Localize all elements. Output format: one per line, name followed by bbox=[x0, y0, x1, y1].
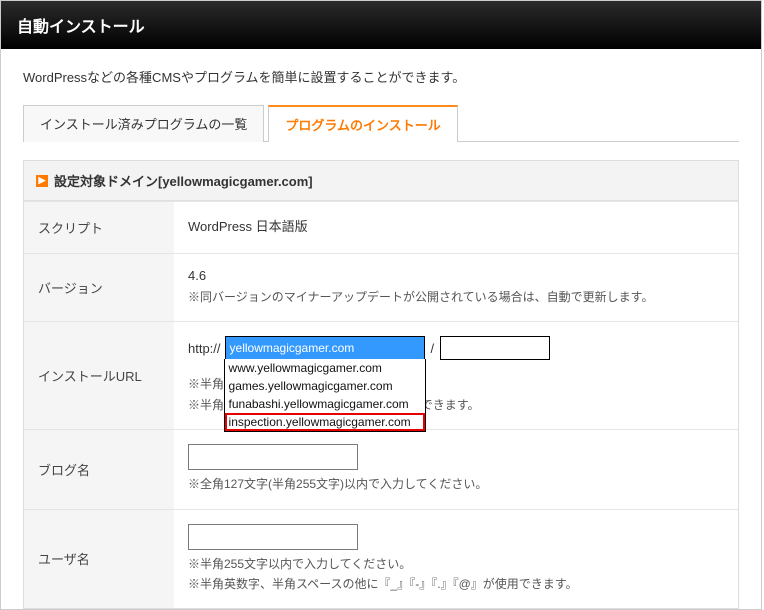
tab-install-program-label: プログラムのインストール bbox=[285, 118, 440, 133]
install-path-input[interactable] bbox=[440, 336, 550, 360]
domain-option[interactable]: www.yellowmagicgamer.com bbox=[225, 359, 425, 377]
domain-dropdown: www.yellowmagicgamer.com games.yellowmag… bbox=[224, 359, 426, 432]
panel-heading: ▶ 設定対象ドメイン[yellowmagicgamer.com] bbox=[24, 161, 738, 201]
settings-panel: ▶ 設定対象ドメイン[yellowmagicgamer.com] スクリプト W… bbox=[23, 160, 739, 609]
row-install-url-label: インストールURL bbox=[24, 322, 174, 430]
blog-name-input[interactable] bbox=[188, 444, 358, 470]
domain-option-highlighted[interactable]: inspection.yellowmagicgamer.com bbox=[225, 413, 425, 431]
install-url-note2b: できます。 bbox=[421, 398, 480, 412]
domain-select-value: yellowmagicgamer.com bbox=[230, 341, 355, 355]
page-title-text: 自動インストール bbox=[17, 19, 145, 36]
row-install-url-cell: http:// yellowmagicgamer.com www.yellowm… bbox=[174, 322, 738, 430]
url-prefix: http:// bbox=[188, 341, 221, 356]
row-version-label: バージョン bbox=[24, 254, 174, 322]
user-note1: ※半角255文字以内で入力してください。 bbox=[188, 554, 724, 574]
user-name-input[interactable] bbox=[188, 524, 358, 550]
row-user-label: ユーザ名 bbox=[24, 509, 174, 608]
panel-heading-text: 設定対象ドメイン[yellowmagicgamer.com] bbox=[54, 171, 313, 190]
tab-install-program[interactable]: プログラムのインストール bbox=[268, 105, 457, 142]
row-blog-label: ブログ名 bbox=[24, 430, 174, 509]
tab-installed-programs-label: インストール済みプログラムの一覧 bbox=[40, 117, 247, 132]
row-version-cell: 4.6 ※同バージョンのマイナーアップデートが公開されている場合は、自動で更新し… bbox=[174, 254, 738, 322]
tab-bar: インストール済みプログラムの一覧 プログラムのインストール bbox=[23, 104, 739, 142]
row-blog-cell: ※全角127文字(半角255文字)以内で入力してください。 bbox=[174, 430, 738, 509]
url-slash: / bbox=[431, 341, 435, 356]
arrow-right-icon: ▶ bbox=[36, 175, 48, 187]
settings-table: スクリプト WordPress 日本語版 バージョン 4.6 ※同バージョンのマ… bbox=[24, 201, 738, 608]
domain-option[interactable]: funabashi.yellowmagicgamer.com bbox=[225, 395, 425, 413]
version-note: ※同バージョンのマイナーアップデートが公開されている場合は、自動で更新します。 bbox=[188, 287, 724, 307]
version-value: 4.6 bbox=[188, 268, 724, 283]
domain-select[interactable]: yellowmagicgamer.com bbox=[225, 336, 425, 360]
tab-installed-programs[interactable]: インストール済みプログラムの一覧 bbox=[23, 105, 264, 142]
row-script-label: スクリプト bbox=[24, 202, 174, 254]
domain-option[interactable]: games.yellowmagicgamer.com bbox=[225, 377, 425, 395]
row-script-value: WordPress 日本語版 bbox=[174, 202, 738, 254]
user-note2: ※半角英数字、半角スペースの他に『_』『-』『.』『@』が使用できます。 bbox=[188, 574, 724, 594]
blog-note: ※全角127文字(半角255文字)以内で入力してください。 bbox=[188, 474, 724, 494]
row-user-cell: ※半角255文字以内で入力してください。 ※半角英数字、半角スペースの他に『_』… bbox=[174, 509, 738, 608]
intro-text: WordPressなどの各種CMSやプログラムを簡単に設置することができます。 bbox=[1, 49, 761, 94]
page-title: 自動インストール bbox=[1, 1, 761, 49]
